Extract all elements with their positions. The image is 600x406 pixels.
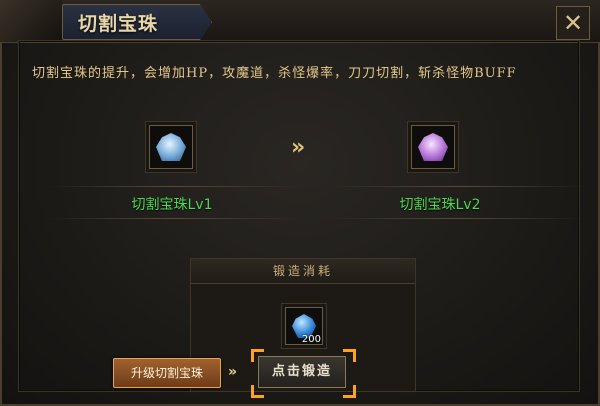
cost-item-count: 200 bbox=[301, 334, 321, 345]
divider bbox=[332, 186, 584, 187]
highlight-corner bbox=[343, 349, 356, 362]
highlight-corner bbox=[251, 349, 264, 362]
divider bbox=[48, 218, 300, 219]
divider bbox=[332, 218, 584, 219]
current-item-label: 切割宝珠Lv1 bbox=[131, 197, 213, 213]
dragon-ornament-icon bbox=[0, 0, 62, 42]
next-item-slot[interactable] bbox=[411, 125, 455, 169]
forge-cost-header: 锻造消耗 bbox=[191, 259, 415, 284]
close-button[interactable]: ✕ bbox=[556, 6, 590, 40]
upgrade-description: 切割宝珠的提升，会增加HP，攻魔道，杀怪爆率，刀刀切割，斩杀怪物BUFF bbox=[32, 66, 517, 81]
gem-purple-icon bbox=[418, 133, 448, 161]
hint-arrow-icon: » bbox=[228, 364, 237, 380]
cost-item-slot[interactable]: 200 bbox=[285, 307, 323, 345]
gem-blue-icon bbox=[156, 133, 186, 161]
dialog-title: 切割宝珠 bbox=[78, 13, 159, 35]
highlight-corner bbox=[251, 385, 264, 398]
divider bbox=[48, 186, 300, 187]
upgrade-arrow-icon: » bbox=[291, 135, 305, 160]
next-item-label: 切割宝珠Lv2 bbox=[399, 197, 481, 213]
highlight-corner bbox=[343, 385, 356, 398]
current-item-slot[interactable] bbox=[149, 125, 193, 169]
forge-button[interactable]: 点击锻造 bbox=[258, 356, 346, 388]
upgrade-gem-button[interactable]: 升级切割宝珠 bbox=[113, 358, 221, 388]
